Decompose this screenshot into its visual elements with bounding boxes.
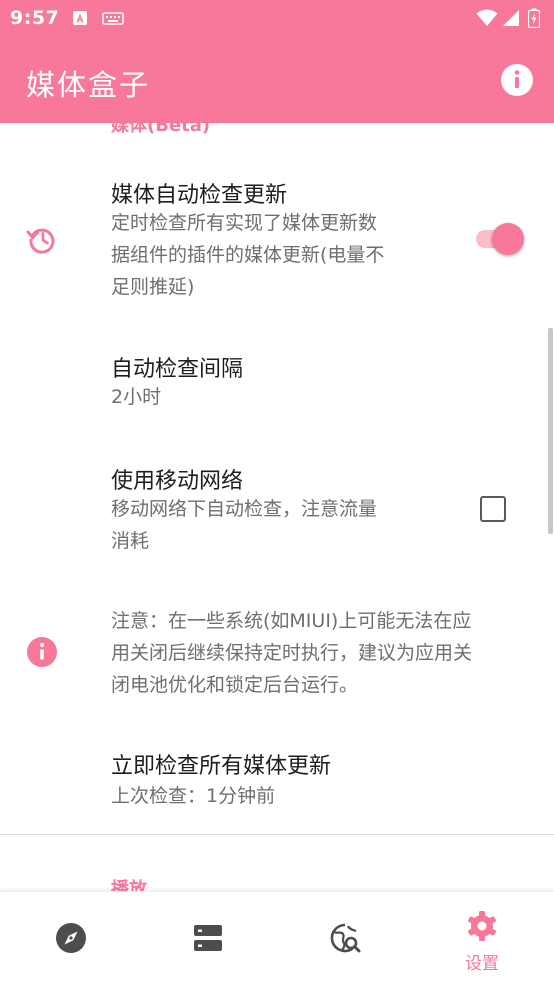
accessibility-icon: [73, 11, 87, 25]
pref-summary-line: 消耗: [111, 530, 150, 552]
pref-summary-line: 移动网络下自动检查，注意流量: [111, 498, 378, 520]
nav-item-search[interactable]: [276, 892, 414, 984]
pref-check-now[interactable]: 立即检查所有媒体更新 上次检查：1分钟前: [0, 748, 554, 818]
section-divider: [0, 834, 554, 835]
nav-item-settings[interactable]: 设置: [413, 892, 551, 984]
settings-list[interactable]: 媒体(Beta) 媒体自动检查更新 定时检查所有实现了媒体更新数 据组件的插件的…: [0, 123, 554, 891]
mobile-network-checkbox[interactable]: [480, 496, 506, 522]
travel-explore-icon: [330, 923, 361, 953]
bottom-navigation: 设置: [0, 891, 554, 984]
category-header-media: 媒体(Beta): [111, 123, 211, 136]
info-icon: [27, 637, 57, 667]
notice-line: 注意：在一些系统(如MIUI)上可能无法在应: [111, 610, 472, 632]
auto-check-switch[interactable]: [474, 222, 526, 255]
pref-summary-line: 定时检查所有实现了媒体更新数: [111, 212, 378, 234]
pref-title: 自动检查间隔: [111, 357, 244, 382]
info-icon[interactable]: [500, 63, 534, 97]
pref-auto-check[interactable]: 媒体自动检查更新 定时检查所有实现了媒体更新数 据组件的插件的媒体更新(电量不 …: [0, 173, 554, 313]
pref-summary: 上次检查：1分钟前: [111, 785, 276, 807]
nav-item-storage[interactable]: [139, 892, 277, 984]
storage-icon: [194, 925, 222, 951]
pref-check-interval[interactable]: 自动检查间隔 2小时: [0, 351, 554, 421]
status-bar: 9:57: [0, 0, 554, 38]
notice-line: 闭电池优化和锁定后台运行。: [111, 674, 359, 696]
battery-icon: [528, 8, 540, 28]
pref-mobile-network[interactable]: 使用移动网络 移动网络下自动检查，注意流量 消耗: [0, 463, 554, 563]
notice-block: 注意：在一些系统(如MIUI)上可能无法在应 用关闭后继续保持定时执行，建议为应…: [0, 603, 554, 703]
keyboard-icon: [102, 12, 124, 25]
pref-title: 使用移动网络: [111, 469, 244, 494]
category-header-playback: 播放: [111, 879, 147, 891]
history-icon: [26, 228, 55, 254]
nav-label-settings: 设置: [465, 954, 499, 974]
gear-icon: [468, 911, 496, 941]
app-title: 媒体盒子: [26, 68, 151, 102]
wifi-icon: [476, 9, 498, 26]
pref-summary-line: 据组件的插件的媒体更新(电量不: [111, 244, 385, 266]
pref-title: 立即检查所有媒体更新: [111, 754, 332, 779]
pref-summary: 2小时: [111, 386, 162, 408]
compass-icon: [56, 923, 86, 953]
nav-item-explore[interactable]: [2, 892, 140, 984]
switch-thumb: [492, 223, 524, 255]
pref-title: 媒体自动检查更新: [111, 183, 288, 208]
app-bar: 媒体盒子: [0, 38, 554, 123]
signal-icon: [503, 10, 519, 26]
notice-line: 用关闭后继续保持定时执行，建议为应用关: [111, 642, 473, 664]
pref-summary-line: 足则推延): [111, 276, 195, 298]
scrollbar[interactable]: [548, 328, 553, 534]
status-time: 9:57: [10, 7, 60, 29]
